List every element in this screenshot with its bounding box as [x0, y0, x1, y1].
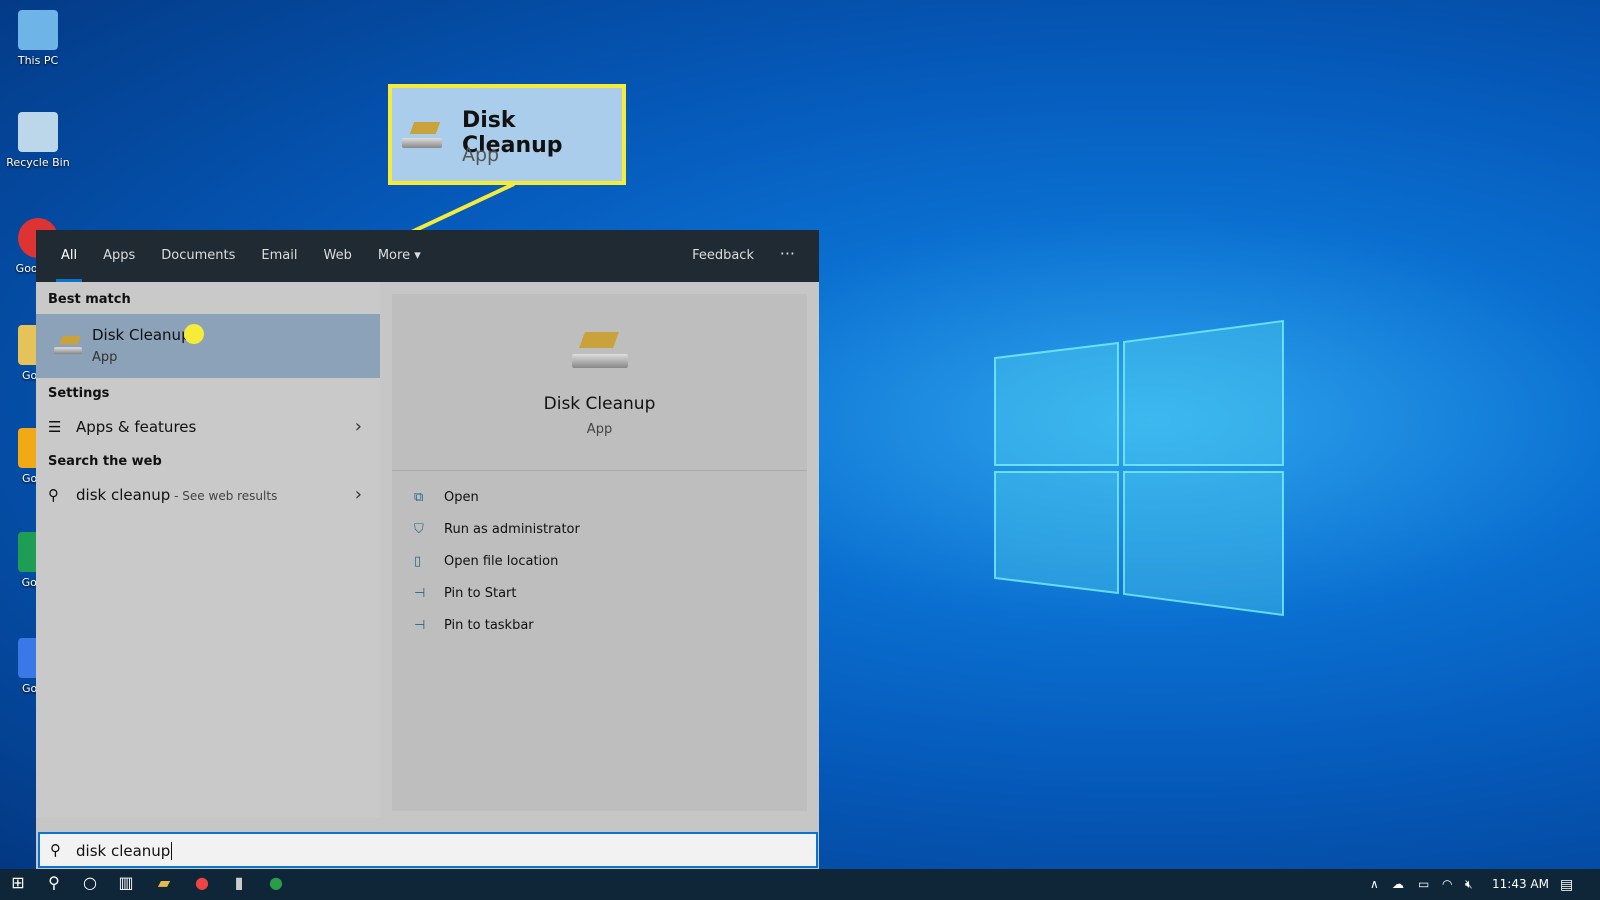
action-run-as-admin[interactable]: ⛉ Run as administrator [414, 522, 580, 537]
best-match-header: Best match [48, 292, 131, 307]
folder-icon: ▯ [414, 554, 422, 569]
notepad-icon[interactable]: ▮ [224, 873, 254, 892]
hangouts-icon[interactable]: ● [261, 873, 291, 892]
search-panel: All Apps Documents Email Web More ▾ Feed… [36, 230, 819, 869]
preview-subtitle: App [586, 422, 613, 437]
tab-apps[interactable]: Apps [90, 230, 148, 282]
action-label: Pin to Start [444, 586, 517, 601]
search-tabs: All Apps Documents Email Web More ▾ Feed… [36, 230, 819, 282]
best-match-title: Disk Cleanup [92, 326, 191, 344]
tab-all[interactable]: All [48, 230, 90, 282]
action-pin-to-taskbar[interactable]: ⊣ Pin to taskbar [414, 618, 534, 633]
feedback-button[interactable]: Feedback [692, 230, 754, 282]
task-view-icon[interactable]: ▥ [111, 873, 141, 892]
search-icon: ⚲ [50, 841, 61, 859]
clock[interactable]: 11:43 AM [1492, 877, 1549, 891]
apps-features-item[interactable]: ☰ Apps & features › [36, 410, 380, 444]
web-suffix: - See web results [170, 489, 278, 503]
divider [392, 470, 807, 471]
action-label: Open [444, 490, 479, 505]
search-icon[interactable]: ⚲ [39, 873, 69, 892]
open-icon: ⧉ [414, 490, 424, 505]
best-match-item[interactable]: Disk Cleanup App [36, 314, 380, 378]
battery-icon[interactable]: ▭ [1418, 877, 1429, 891]
cortana-icon[interactable]: ○ [75, 873, 105, 892]
onedrive-icon[interactable]: ☁ [1392, 877, 1404, 891]
action-label: Open file location [444, 554, 559, 569]
desktop-icon-this-pc[interactable]: This PC [6, 10, 70, 67]
action-center-icon[interactable]: ▤ [1560, 877, 1573, 893]
network-icon[interactable]: ◠ [1442, 877, 1452, 891]
disk-cleanup-icon [402, 122, 442, 148]
results-list: Best match Disk Cleanup App Settings ☰ A… [36, 282, 380, 817]
chevron-right-icon: › [354, 484, 362, 505]
tab-web[interactable]: Web [311, 230, 365, 282]
disk-cleanup-callout: Disk Cleanup App [388, 84, 626, 185]
callout-pointer-dot [184, 324, 204, 344]
show-hidden-icons[interactable]: ∧ [1370, 877, 1379, 891]
chevron-right-icon: › [354, 416, 362, 437]
search-value: disk cleanup [76, 842, 173, 860]
desktop-icon-recycle-bin[interactable]: Recycle Bin [6, 112, 70, 169]
taskbar: ⊞ ⚲ ○ ▥ ▰ ● ▮ ● ∧ ☁ ▭ ◠ 🔇︎ 11:43 AM ▤ [0, 869, 1600, 900]
preview-pane: Disk Cleanup App ⧉ Open ⛉ Run as administr… [392, 294, 807, 811]
apps-features-label: Apps & features [76, 418, 197, 436]
icon-label: Recycle Bin [6, 156, 70, 169]
tab-documents[interactable]: Documents [148, 230, 248, 282]
web-search-item[interactable]: ⚲ disk cleanup - See web results › [36, 478, 380, 512]
list-icon: ☰ [48, 418, 62, 436]
pin-icon: ⊣ [414, 618, 426, 633]
shield-icon: ⛉ [414, 522, 424, 537]
volume-muted-icon[interactable]: 🔇︎ [1465, 877, 1473, 892]
preview-title: Disk Cleanup [543, 394, 656, 414]
tab-email[interactable]: Email [248, 230, 310, 282]
action-open-file-location[interactable]: ▯ Open file location [414, 554, 558, 569]
action-open[interactable]: ⧉ Open [414, 490, 479, 505]
chrome-icon[interactable]: ● [187, 873, 217, 892]
search-icon: ⚲ [48, 486, 59, 504]
settings-header: Settings [48, 386, 110, 401]
action-label: Pin to taskbar [444, 618, 534, 633]
icon-label: This PC [17, 54, 59, 67]
best-match-subtitle: App [92, 350, 118, 365]
tab-more[interactable]: More ▾ [365, 230, 434, 282]
web-header: Search the web [48, 454, 162, 469]
disk-cleanup-icon [572, 332, 628, 368]
action-pin-to-start[interactable]: ⊣ Pin to Start [414, 586, 516, 601]
pin-icon: ⊣ [414, 586, 426, 601]
web-query: disk cleanup [76, 486, 171, 504]
more-options-button[interactable]: ··· [780, 230, 795, 278]
file-explorer-icon[interactable]: ▰ [149, 873, 179, 892]
action-label: Run as administrator [444, 522, 580, 537]
search-input[interactable]: ⚲ disk cleanup [38, 832, 818, 868]
disk-cleanup-icon [54, 335, 82, 355]
start-button[interactable]: ⊞ [3, 873, 33, 892]
callout-subtitle: App [462, 144, 500, 166]
